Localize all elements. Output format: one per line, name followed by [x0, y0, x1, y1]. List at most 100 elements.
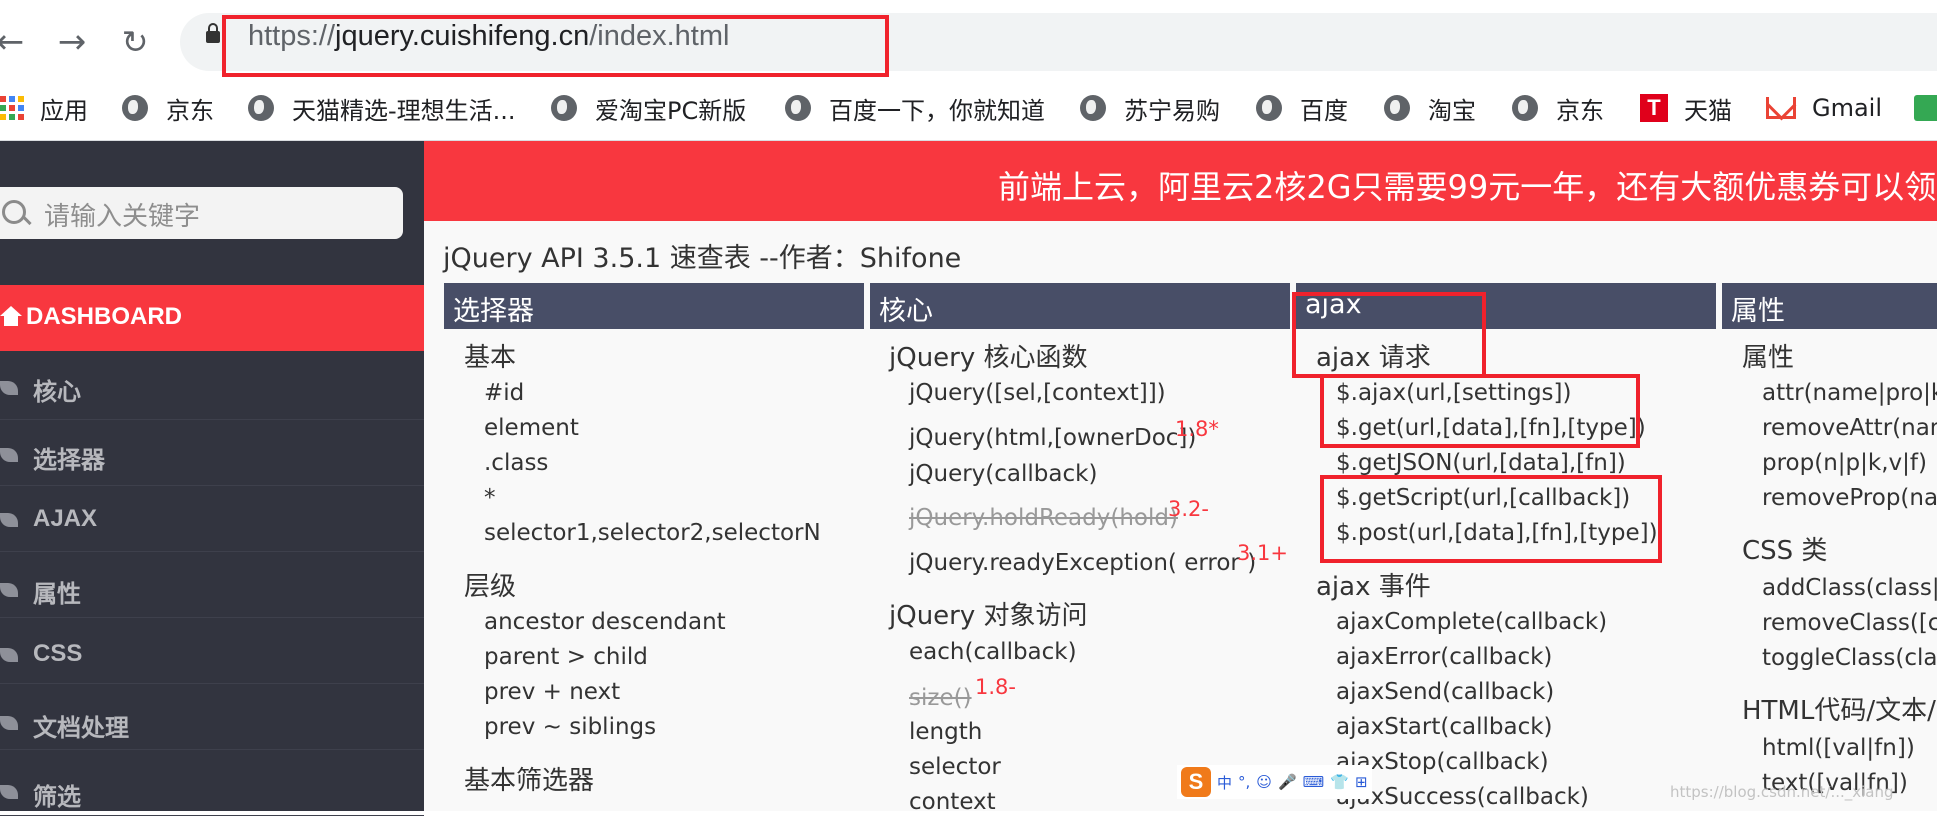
api-link[interactable]: jQuery(html,[ownerDoc]): [909, 425, 1196, 451]
category-attributes: 属性: [1742, 343, 1795, 373]
globe-icon: [122, 95, 148, 121]
globe-icon: [1384, 95, 1410, 121]
api-link[interactable]: jQuery.readyException( error ): [909, 550, 1256, 576]
version-badge: 1.8-: [975, 675, 1016, 699]
annotation-box-ajax-header: [1292, 292, 1486, 378]
bookmark-label: 淘宝: [1428, 96, 1476, 125]
bookmark-tmall-select[interactable]: 天猫精选-理想生活...: [248, 90, 516, 126]
column-header-label: 核心: [879, 296, 933, 327]
api-link[interactable]: toggleClass(clas: [1762, 645, 1937, 671]
gmail-icon: [1766, 97, 1796, 119]
bookmark-suning[interactable]: 苏宁易购: [1080, 90, 1220, 126]
column-header-selector: 选择器: [444, 283, 864, 329]
api-link[interactable]: selector: [909, 754, 1001, 780]
bookmark-label: 百度一下，你就知道: [829, 96, 1045, 125]
search-icon: [2, 200, 26, 224]
category-basic-filter: 基本筛选器: [464, 766, 595, 796]
api-link[interactable]: ancestor descendant: [484, 609, 726, 635]
apps-grid-icon: [0, 96, 24, 120]
api-link[interactable]: element: [484, 415, 579, 441]
version-badge: 1.8*: [1175, 417, 1219, 441]
back-arrow-icon[interactable]: ←: [0, 22, 30, 62]
bookmark-apps[interactable]: 应用: [0, 90, 88, 126]
api-link[interactable]: attr(name|pro|ke: [1762, 380, 1937, 406]
bookmark-baidu-search[interactable]: 百度一下，你就知道: [785, 90, 1045, 126]
bookmark-label: 天猫精选-理想生活...: [292, 96, 516, 125]
bookmark-label: 天猫: [1684, 96, 1732, 125]
api-link[interactable]: prev + next: [484, 679, 620, 705]
image-icon: [1914, 95, 1937, 121]
api-link-deprecated[interactable]: size(): [909, 685, 972, 711]
sidebar-item-label: 选择器: [33, 447, 105, 474]
globe-icon: [1080, 95, 1106, 121]
version-badge: 3.2-: [1168, 497, 1209, 521]
annotation-box-ajax-get: [1320, 374, 1640, 448]
api-link[interactable]: ajaxError(callback): [1336, 644, 1552, 670]
api-link[interactable]: $.getJSON(url,[data],[fn]): [1336, 450, 1626, 476]
ime-keyboard-icon[interactable]: ⌨: [1303, 773, 1325, 791]
sidebar-item-label: 筛选: [33, 784, 81, 811]
column-header-core: 核心: [870, 283, 1290, 329]
api-link[interactable]: addClass(class|f: [1762, 575, 1937, 601]
globe-icon: [1256, 95, 1282, 121]
bookmark-tmall[interactable]: T 天猫: [1640, 90, 1732, 126]
bookmark-gmail[interactable]: Gmail: [1766, 90, 1882, 126]
bookmark-aitaobao[interactable]: 爱淘宝PC新版: [551, 90, 746, 126]
bookmark-label: 京东: [166, 96, 214, 125]
page-title: jQuery API 3.5.1 速查表 --作者：Shifone: [443, 243, 962, 274]
api-link[interactable]: ajaxComplete(callback): [1336, 609, 1607, 635]
category-ajax-events: ajax 事件: [1316, 572, 1431, 602]
globe-icon: [1512, 95, 1538, 121]
bookmark-taobao[interactable]: 淘宝: [1384, 90, 1476, 126]
category-basic: 基本: [464, 343, 517, 373]
ime-voice-icon[interactable]: 🎤: [1278, 773, 1297, 791]
bookmark-label: Gmail: [1812, 94, 1883, 122]
api-link[interactable]: context: [909, 789, 996, 815]
api-link[interactable]: jQuery([sel,[context]]): [909, 380, 1166, 406]
watermark-text: https://blog.csdn.net/..._xiang: [1670, 783, 1894, 801]
sidebar-item-label: DASHBOARD: [26, 303, 182, 330]
category-core-function: jQuery 核心函数: [889, 343, 1088, 373]
globe-icon: [248, 95, 274, 121]
ime-mode-icon[interactable]: 中: [1217, 772, 1232, 793]
column-header-label: 选择器: [453, 296, 534, 327]
api-link[interactable]: each(callback): [909, 639, 1077, 665]
ime-toolbar[interactable]: S 中 °, ☺ 🎤 ⌨ 👕 ⊞: [1177, 765, 1372, 799]
sidebar-item-label: 属性: [33, 581, 81, 608]
column-header-attributes: 属性: [1722, 283, 1937, 329]
api-link[interactable]: ajaxStart(callback): [1336, 714, 1553, 740]
api-link[interactable]: parent > child: [484, 644, 648, 670]
api-link[interactable]: ajaxSuccess(callback): [1336, 784, 1589, 810]
api-link[interactable]: ajaxSend(callback): [1336, 679, 1554, 705]
api-link[interactable]: .class: [484, 450, 548, 476]
category-css-class: CSS 类: [1742, 536, 1828, 566]
api-link[interactable]: removeAttr(name: [1762, 415, 1937, 441]
bookmark-label: 爱淘宝PC新版: [595, 96, 747, 125]
reload-icon[interactable]: ↻: [115, 22, 155, 62]
column-header-label: 属性: [1731, 296, 1785, 327]
bookmark-jd[interactable]: 京东: [122, 90, 214, 126]
api-link[interactable]: length: [909, 719, 982, 745]
bookmark-more[interactable]: [1914, 90, 1937, 126]
api-link[interactable]: removeProp(nam: [1762, 485, 1937, 511]
api-link[interactable]: *: [484, 485, 496, 511]
lock-icon[interactable]: [206, 23, 220, 43]
forward-arrow-icon[interactable]: →: [52, 22, 92, 62]
api-link[interactable]: prev ~ siblings: [484, 714, 656, 740]
ime-toolbox-icon[interactable]: ⊞: [1355, 773, 1368, 791]
sidebar-item-label: 文档处理: [33, 715, 129, 742]
api-link[interactable]: selector1,selector2,selectorN: [484, 520, 821, 546]
api-link[interactable]: html([val|fn]): [1762, 735, 1915, 761]
ime-emoji-icon[interactable]: ☺: [1256, 773, 1272, 791]
bookmark-baidu[interactable]: 百度: [1256, 90, 1348, 126]
ime-skin-icon[interactable]: 👕: [1330, 773, 1349, 791]
api-link-deprecated[interactable]: jQuery.holdReady(hold): [909, 505, 1178, 531]
bookmark-jd-2[interactable]: 京东: [1512, 90, 1604, 126]
api-link[interactable]: jQuery(callback): [909, 461, 1097, 487]
api-link[interactable]: prop(n|p|k,v|f): [1762, 450, 1927, 476]
ime-punct-icon[interactable]: °,: [1238, 773, 1250, 791]
api-link[interactable]: removeClass([cla: [1762, 610, 1937, 636]
bookmark-label: 百度: [1300, 96, 1348, 125]
api-link[interactable]: #id: [484, 380, 524, 406]
bookmark-label: 苏宁易购: [1124, 96, 1220, 125]
